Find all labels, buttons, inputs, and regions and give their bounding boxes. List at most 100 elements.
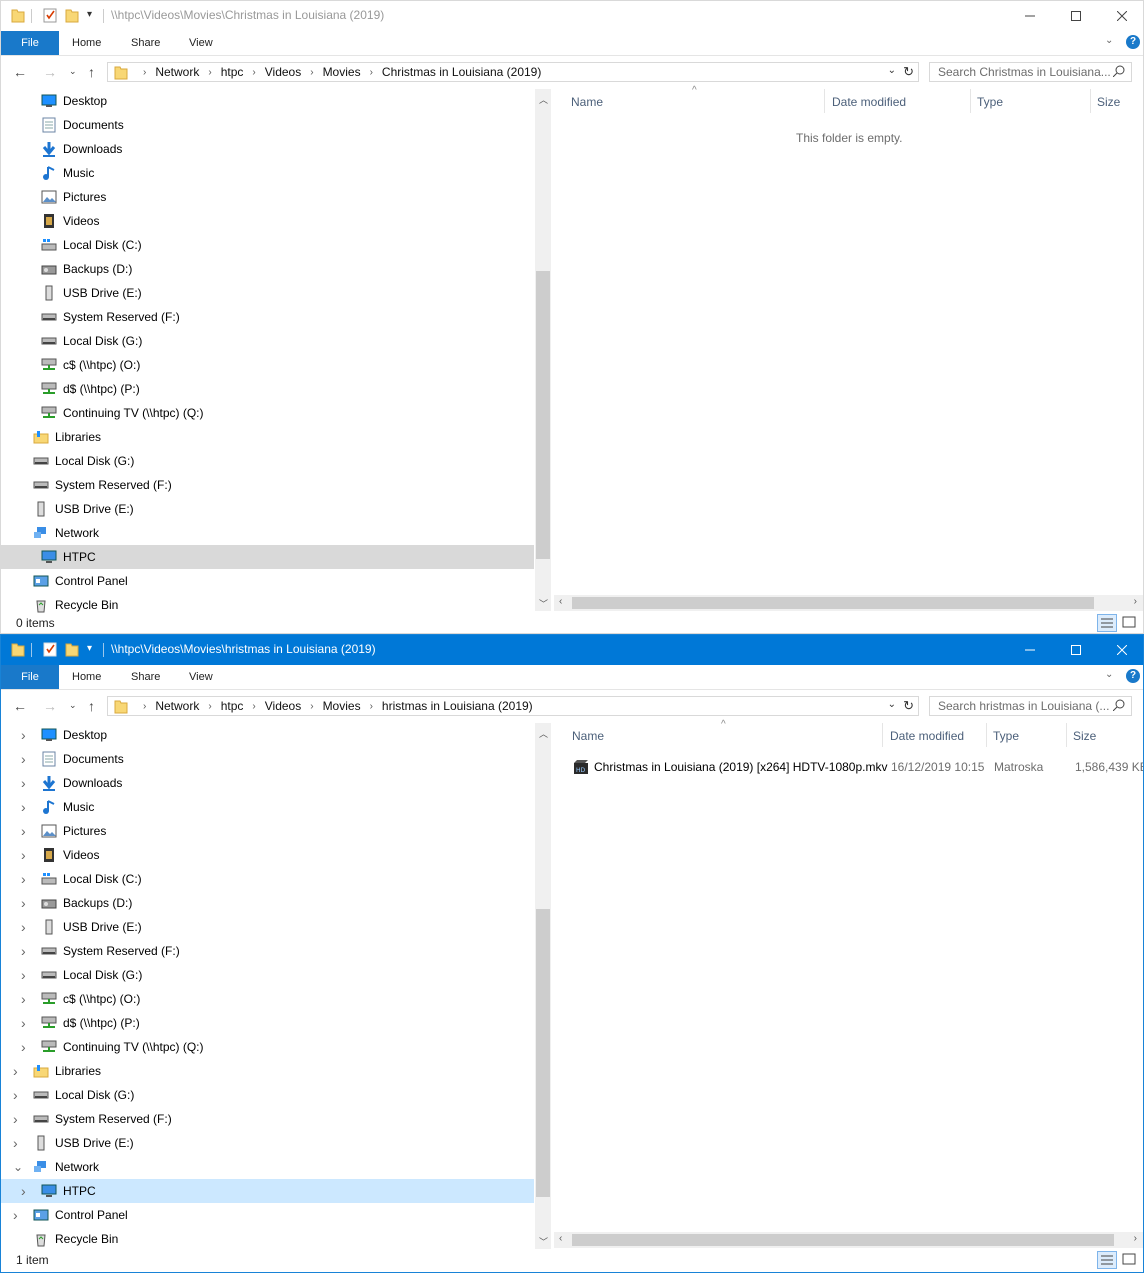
column-name[interactable]: Name xyxy=(571,95,603,109)
scroll-down-icon[interactable]: ﹀ xyxy=(539,597,548,610)
refresh-icon[interactable]: ↻ xyxy=(903,64,914,80)
sidebar-item-libraries[interactable]: Libraries xyxy=(1,425,534,449)
scroll-left-icon[interactable]: ‹ xyxy=(559,596,562,607)
tab-view[interactable]: View xyxy=(175,665,227,689)
sidebar-item-pictures[interactable]: Pictures xyxy=(1,185,534,209)
sidebar-item-htpc[interactable]: › HTPC xyxy=(1,1179,534,1203)
scroll-down-icon[interactable]: ﹀ xyxy=(539,1235,548,1248)
title-bar[interactable]: ▾ \\htpc\Videos\Movies\hristmas in Louis… xyxy=(1,635,1143,665)
sidebar-item-system-reserved-f[interactable]: › System Reserved (F:) xyxy=(1,939,534,963)
scroll-up-icon[interactable]: ︿ xyxy=(539,93,548,106)
column-date-modified[interactable]: Date modified xyxy=(890,729,964,743)
sidebar-item-music[interactable]: Music xyxy=(1,161,534,185)
tab-file[interactable]: File xyxy=(1,31,59,55)
sidebar-item-documents[interactable]: Documents xyxy=(1,113,534,137)
large-icons-view-icon[interactable] xyxy=(1120,1251,1140,1269)
expand-chevron-icon[interactable]: › xyxy=(13,1207,18,1223)
minimize-button[interactable] xyxy=(1007,635,1053,665)
customize-quick-access-icon[interactable]: ▾ xyxy=(87,9,92,20)
breadcrumb-network[interactable]: Network xyxy=(149,65,205,79)
sidebar-item-network[interactable]: Network xyxy=(1,521,534,545)
expand-chevron-icon[interactable]: › xyxy=(21,1183,26,1199)
address-dropdown-icon[interactable]: ⌄ xyxy=(888,65,896,76)
breadcrumb-network[interactable]: Network xyxy=(149,699,205,713)
maximize-button[interactable] xyxy=(1053,1,1099,31)
expand-chevron-icon[interactable]: › xyxy=(21,895,26,911)
sidebar-item-d-share-p[interactable]: › d$ (\\htpc) (P:) xyxy=(1,1011,534,1035)
close-button[interactable] xyxy=(1099,1,1143,31)
scroll-right-icon[interactable]: › xyxy=(1134,1233,1137,1244)
details-view-icon[interactable] xyxy=(1097,1251,1117,1269)
expand-ribbon-icon[interactable]: ⌄ xyxy=(1105,669,1113,680)
scrollbar-thumb[interactable] xyxy=(572,597,1094,609)
search-input[interactable]: Search hristmas in Louisiana (... xyxy=(929,696,1132,716)
column-type[interactable]: Type xyxy=(977,95,1003,109)
forward-icon[interactable]: → xyxy=(43,698,57,714)
column-size[interactable]: Size xyxy=(1073,729,1096,743)
sidebar-item-usb-drive-e[interactable]: USB Drive (E:) xyxy=(1,281,534,305)
column-name[interactable]: Name xyxy=(572,729,604,743)
expand-chevron-icon[interactable]: › xyxy=(21,823,26,839)
sidebar-item-desktop[interactable]: › Desktop xyxy=(1,723,534,747)
sidebar-item-usb-drive-e[interactable]: USB Drive (E:) xyxy=(1,497,534,521)
tab-share[interactable]: Share xyxy=(117,665,174,689)
expand-chevron-icon[interactable]: › xyxy=(21,847,26,863)
new-folder-icon[interactable] xyxy=(65,641,79,660)
sidebar-item-system-reserved-f[interactable]: › System Reserved (F:) xyxy=(1,1107,534,1131)
search-input[interactable]: Search Christmas in Louisiana... xyxy=(929,62,1132,82)
sidebar-item-control-panel[interactable]: › Control Panel xyxy=(1,1203,534,1227)
tab-file[interactable]: File xyxy=(1,665,59,689)
expand-chevron-icon[interactable]: › xyxy=(21,727,26,743)
customize-quick-access-icon[interactable]: ▾ xyxy=(87,643,92,654)
refresh-icon[interactable]: ↻ xyxy=(903,698,914,714)
expand-chevron-icon[interactable]: › xyxy=(21,991,26,1007)
maximize-button[interactable] xyxy=(1053,635,1099,665)
title-bar[interactable]: ▾ \\htpc\Videos\Movies\Christmas in Loui… xyxy=(1,1,1143,31)
navigation-scrollbar[interactable]: ︿ ﹀ xyxy=(535,723,551,1249)
help-icon[interactable]: ? xyxy=(1126,35,1140,49)
sidebar-item-usb-drive-e[interactable]: › USB Drive (E:) xyxy=(1,915,534,939)
breadcrumb-htpc[interactable]: htpc xyxy=(215,699,250,713)
up-icon[interactable]: ↑ xyxy=(88,64,95,80)
sidebar-item-recycle-bin[interactable]: Recycle Bin xyxy=(1,1227,534,1251)
back-icon[interactable]: ← xyxy=(13,698,27,714)
expand-chevron-icon[interactable]: › xyxy=(21,1039,26,1055)
sidebar-item-continuing-tv-q[interactable]: Continuing TV (\\htpc) (Q:) xyxy=(1,401,534,425)
sidebar-item-system-reserved-f[interactable]: System Reserved (F:) xyxy=(1,305,534,329)
breadcrumb-videos[interactable]: Videos xyxy=(259,699,307,713)
help-icon[interactable]: ? xyxy=(1126,669,1140,683)
sidebar-item-local-disk-g[interactable]: Local Disk (G:) xyxy=(1,449,534,473)
expand-chevron-icon[interactable]: › xyxy=(21,1015,26,1031)
expand-chevron-icon[interactable]: › xyxy=(13,1063,18,1079)
breadcrumb-videos[interactable]: Videos xyxy=(259,65,307,79)
details-view-icon[interactable] xyxy=(1097,614,1117,632)
expand-chevron-icon[interactable]: › xyxy=(21,775,26,791)
sidebar-item-network[interactable]: ⌄ Network xyxy=(1,1155,534,1179)
scrollbar-thumb[interactable] xyxy=(536,909,550,1197)
expand-chevron-icon[interactable]: › xyxy=(13,1087,18,1103)
file-row[interactable]: HD Christmas in Louisiana (2019) [x264] … xyxy=(573,757,1143,777)
recent-locations-icon[interactable]: ⌄ xyxy=(69,700,77,711)
breadcrumb-movies[interactable]: Movies xyxy=(317,65,367,79)
column-date-modified[interactable]: Date modified xyxy=(832,95,906,109)
scrollbar-thumb[interactable] xyxy=(572,1234,1114,1246)
sidebar-item-c-share-o[interactable]: › c$ (\\htpc) (O:) xyxy=(1,987,534,1011)
address-bar[interactable]: › Network › htpc › Videos › Movies › Christma… xyxy=(107,62,919,82)
breadcrumb-htpc[interactable]: htpc xyxy=(215,65,250,79)
sidebar-item-system-reserved-f[interactable]: System Reserved (F:) xyxy=(1,473,534,497)
scrollbar-thumb[interactable] xyxy=(536,271,550,559)
breadcrumb-movies[interactable]: Movies xyxy=(317,699,367,713)
expand-chevron-icon[interactable]: › xyxy=(13,1135,18,1151)
address-dropdown-icon[interactable]: ⌄ xyxy=(888,699,896,710)
horizontal-scrollbar[interactable]: ‹ › xyxy=(554,595,1143,611)
expand-ribbon-icon[interactable]: ⌄ xyxy=(1105,35,1113,46)
sidebar-item-backups-d[interactable]: › Backups (D:) xyxy=(1,891,534,915)
sidebar-item-c-share-o[interactable]: c$ (\\htpc) (O:) xyxy=(1,353,534,377)
sidebar-item-backups-d[interactable]: Backups (D:) xyxy=(1,257,534,281)
sidebar-item-local-disk-g[interactable]: Local Disk (G:) xyxy=(1,329,534,353)
sidebar-item-local-disk-c[interactable]: Local Disk (C:) xyxy=(1,233,534,257)
breadcrumb-current[interactable]: Christmas in Louisiana (2019) xyxy=(376,65,547,79)
sidebar-item-libraries[interactable]: › Libraries xyxy=(1,1059,534,1083)
scroll-right-icon[interactable]: › xyxy=(1134,596,1137,607)
large-icons-view-icon[interactable] xyxy=(1120,614,1140,632)
